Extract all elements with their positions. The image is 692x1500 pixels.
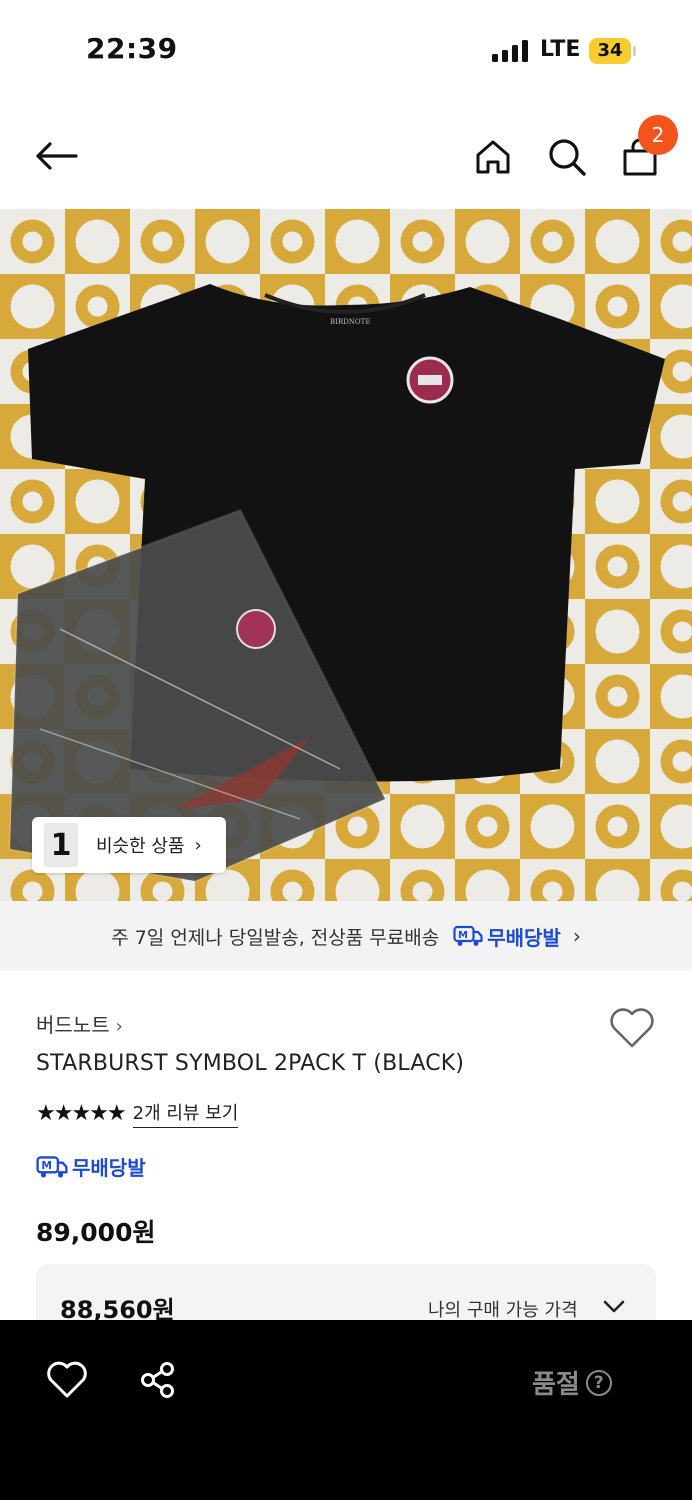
truck-icon: M — [453, 925, 483, 946]
share-button[interactable] — [138, 1360, 178, 1400]
review-link[interactable]: 2개 리뷰 보기 — [132, 1099, 239, 1128]
battery-tip — [633, 46, 636, 56]
product-title: STARBURST SYMBOL 2PACK T (BLACK) — [36, 1051, 465, 1076]
arrow-left-icon — [36, 142, 78, 170]
delivery-badge-label: 무배당발 — [72, 1156, 146, 1180]
svg-text:M: M — [458, 930, 468, 941]
like-button[interactable] — [46, 1360, 88, 1400]
help-icon[interactable]: ? — [585, 1369, 612, 1396]
battery-icon: 34 — [589, 38, 631, 64]
soldout-label: 품절 — [532, 1370, 580, 1400]
heart-icon — [610, 1008, 654, 1048]
back-button[interactable] — [30, 130, 82, 182]
delivery-badge: M 무배당발 — [36, 1152, 146, 1181]
truck-icon: M — [36, 1155, 68, 1178]
brand-link[interactable]: 버드노트 › — [36, 1009, 123, 1038]
home-icon — [476, 140, 510, 174]
soldout-status: 품절 ? — [532, 1364, 612, 1401]
status-time: 22:39 — [86, 32, 178, 65]
rating-row: ★★★★★ 2개 리뷰 보기 — [36, 1099, 239, 1128]
heart-icon — [47, 1361, 87, 1398]
signal-icon — [492, 40, 528, 62]
similar-products-label: 비슷한 상품 — [96, 836, 185, 857]
home-button[interactable] — [467, 131, 519, 183]
search-button[interactable] — [541, 131, 593, 183]
product-photo: BIRDNOTE — [0, 209, 692, 901]
shipping-banner-text: 주 7일 언제나 당일발송, 전상품 무료배송 — [111, 926, 440, 949]
chevron-right-icon: › — [194, 834, 202, 856]
collar-label: BIRDNOTE — [330, 318, 370, 326]
share-icon — [141, 1362, 174, 1398]
wishlist-button[interactable] — [608, 1006, 656, 1050]
delivery-badge-label: 무배당발 — [487, 925, 561, 950]
delivery-badge: M 무배당발 — [453, 922, 561, 951]
chevron-right-icon: › — [115, 1016, 123, 1037]
top-nav — [0, 110, 692, 206]
product-image[interactable]: BIRDNOTE — [0, 209, 692, 901]
product-price: 89,000원 — [36, 1218, 156, 1247]
chevron-down-icon — [603, 1300, 625, 1313]
svg-text:M: M — [41, 1159, 52, 1172]
chevron-right-icon: › — [572, 924, 581, 948]
star-rating: ★★★★★ — [36, 1101, 127, 1126]
status-bar: 22:39 LTE 34 — [0, 0, 692, 100]
search-icon — [549, 139, 586, 176]
network-type: LTE — [540, 37, 581, 62]
my-price-label: 나의 구매 가능 가격 — [428, 1300, 578, 1321]
cart-count-badge: 2 — [638, 115, 678, 155]
bottom-action-bar: 품절 ? — [0, 1320, 692, 1500]
shipping-banner[interactable]: 주 7일 언제나 당일발송, 전상품 무료배송 M 무배당발 › — [0, 901, 692, 971]
similar-thumbnail: 1 — [44, 823, 78, 867]
brand-name: 버드노트 — [36, 1013, 110, 1037]
similar-products-button[interactable]: 1 비슷한 상품 › — [32, 817, 226, 873]
